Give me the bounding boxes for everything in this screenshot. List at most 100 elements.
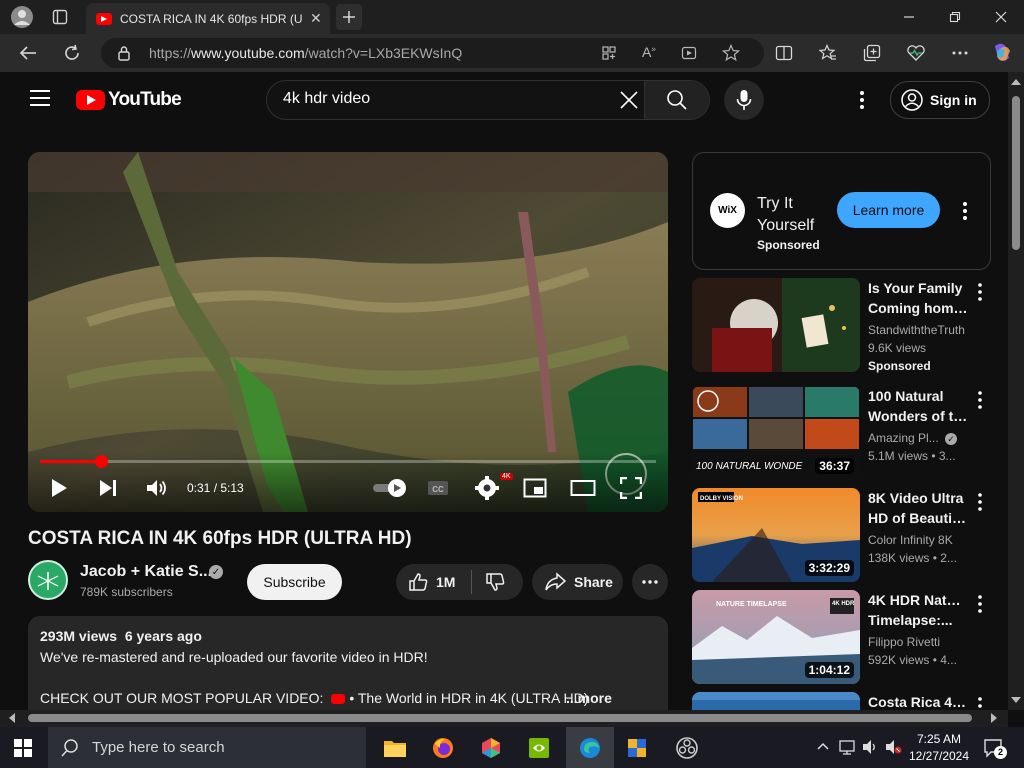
new-tab-button[interactable] xyxy=(336,4,362,30)
subscribe-button[interactable]: Subscribe xyxy=(247,564,342,600)
channel-avatar[interactable] xyxy=(28,560,68,600)
browser-essentials-icon[interactable] xyxy=(904,41,928,65)
profile-avatar-icon[interactable] xyxy=(10,5,34,29)
scrollbar-thumb[interactable] xyxy=(28,714,972,722)
video-thumbnail[interactable]: 100 NATURAL WONDE 36:37 xyxy=(692,386,860,480)
learn-more-button[interactable]: Learn more xyxy=(837,192,940,228)
speaker-muted-icon[interactable] xyxy=(884,738,902,756)
related-video-item[interactable]: Costa Rica 4K - xyxy=(692,692,991,710)
next-button[interactable] xyxy=(98,474,118,502)
video-thumbnail[interactable]: NATURE TIMELAPSE 4K HDR 1:04:12 xyxy=(692,590,860,684)
youtube-header: YouTube Sign in xyxy=(0,72,1008,128)
dislike-button[interactable] xyxy=(485,572,505,592)
show-hidden-icons-icon[interactable] xyxy=(816,740,830,752)
scrollbar-thumb[interactable] xyxy=(1012,96,1020,250)
show-more-link[interactable]: ...more xyxy=(566,690,612,706)
theater-mode-button[interactable] xyxy=(570,474,596,502)
fullscreen-button[interactable] xyxy=(620,474,642,502)
refresh-button[interactable] xyxy=(60,41,84,65)
video-player[interactable]: 0:31 / 5:13 CC 4K xyxy=(28,152,668,512)
taskbar-search-box[interactable]: Type here to search xyxy=(48,727,366,768)
back-button[interactable] xyxy=(16,41,40,65)
more-actions-button[interactable] xyxy=(632,564,668,600)
hamburger-menu-icon[interactable] xyxy=(30,90,50,106)
autoplay-toggle[interactable] xyxy=(372,474,408,502)
play-button[interactable] xyxy=(50,474,68,502)
scroll-down-icon[interactable] xyxy=(1008,694,1024,706)
search-box xyxy=(266,80,710,120)
favorites-icon[interactable] xyxy=(816,41,840,65)
channel-name[interactable]: Jacob + Katie S... xyxy=(80,563,212,581)
related-channel-name: Amazing Pl... ✓ xyxy=(868,431,958,445)
settings-button[interactable] xyxy=(475,474,499,502)
thumbs-up-icon xyxy=(409,573,428,591)
settings-kebab-icon[interactable] xyxy=(852,89,872,111)
clock-time: 7:25 AM xyxy=(916,732,962,746)
video-thumbnail[interactable]: DOLBY VISION 3:32:29 xyxy=(692,488,860,582)
lock-icon[interactable] xyxy=(117,45,131,61)
more-options-icon[interactable] xyxy=(948,41,972,65)
read-aloud-icon[interactable]: A» xyxy=(642,44,656,60)
windows-logo-icon xyxy=(14,738,32,757)
progress-scrubber[interactable] xyxy=(94,455,108,468)
miniplayer-button[interactable] xyxy=(523,474,547,502)
copilot-icon[interactable] xyxy=(990,41,1014,65)
shield-app-icon[interactable] xyxy=(614,727,660,768)
scroll-up-icon[interactable] xyxy=(1008,76,1024,88)
related-video-item[interactable]: Is Your Family Coming home... Standwithth… xyxy=(692,278,991,373)
youtube-logo[interactable]: YouTube xyxy=(76,89,182,111)
video-menu-kebab-icon[interactable] xyxy=(972,492,988,512)
collections-icon[interactable] xyxy=(860,41,884,65)
volume-tray-icon[interactable] xyxy=(861,738,879,756)
sign-in-button[interactable]: Sign in xyxy=(890,81,990,119)
file-explorer-icon[interactable] xyxy=(372,727,418,768)
description-box[interactable]: 293M views 6 years ago We've re-mastered… xyxy=(28,616,668,710)
vertical-scrollbar[interactable] xyxy=(1008,72,1024,710)
scroll-right-icon[interactable] xyxy=(988,710,1000,726)
video-menu-kebab-icon[interactable] xyxy=(972,390,988,410)
tab-close-icon[interactable]: ✕ xyxy=(310,10,322,27)
progress-bar[interactable] xyxy=(40,455,656,468)
start-button[interactable] xyxy=(0,727,46,768)
address-bar[interactable]: https://www.youtube.com/watch?v=LXb3EKWs… xyxy=(101,38,764,68)
firefox-icon[interactable] xyxy=(420,727,466,768)
linked-video[interactable]: • The World in HDR in 4K (ULTRA HD) xyxy=(349,690,588,706)
video-menu-kebab-icon[interactable] xyxy=(972,696,988,710)
related-video-item[interactable]: DOLBY VISION 3:32:29 8K Video Ultra HD of… xyxy=(692,488,991,582)
dolby-vision-badge: DOLBY VISION xyxy=(700,496,743,502)
app-icon-colorful[interactable] xyxy=(468,727,514,768)
close-window-button[interactable] xyxy=(978,0,1024,34)
search-input[interactable] xyxy=(281,89,605,109)
ad-card[interactable]: WiX Try It Yourself Sponsored Learn more xyxy=(692,152,991,270)
restore-button[interactable] xyxy=(932,0,978,34)
video-menu-kebab-icon[interactable] xyxy=(972,282,988,302)
video-menu-kebab-icon[interactable] xyxy=(972,594,988,614)
favorite-star-icon[interactable] xyxy=(722,44,740,62)
ad-menu-kebab-icon[interactable] xyxy=(955,200,975,222)
tab-actions-icon[interactable] xyxy=(48,5,72,29)
clear-search-icon[interactable] xyxy=(617,88,641,112)
video-thumbnail[interactable] xyxy=(692,692,860,710)
like-button[interactable]: 1M xyxy=(408,572,455,592)
horizontal-scrollbar[interactable] xyxy=(0,710,1008,727)
search-button[interactable] xyxy=(644,81,709,119)
app-available-icon[interactable] xyxy=(601,45,617,61)
volume-button[interactable] xyxy=(146,474,168,502)
notification-center-button[interactable]: 2 xyxy=(982,736,1007,760)
network-icon[interactable] xyxy=(838,738,856,756)
video-thumbnail[interactable] xyxy=(692,278,860,372)
captions-button[interactable]: CC xyxy=(426,474,450,502)
taskbar-clock[interactable]: 7:25 AM 12/27/2024 xyxy=(908,731,970,765)
scroll-left-icon[interactable] xyxy=(6,710,18,726)
related-video-item[interactable]: NATURE TIMELAPSE 4K HDR 1:04:12 4K HDR Na… xyxy=(692,590,991,684)
share-button[interactable]: Share xyxy=(532,564,623,600)
nvidia-icon[interactable] xyxy=(516,727,562,768)
voice-search-button[interactable] xyxy=(724,80,764,120)
obs-icon[interactable] xyxy=(664,727,710,768)
related-video-item[interactable]: 100 NATURAL WONDE 36:37 100 Natural Wonde… xyxy=(692,386,991,480)
video-play-icon[interactable] xyxy=(681,45,697,61)
minimize-button[interactable] xyxy=(886,0,932,34)
edge-taskbar-icon[interactable] xyxy=(566,727,614,768)
split-screen-icon[interactable] xyxy=(772,41,796,65)
browser-tab-active[interactable]: COSTA RICA IN 4K 60fps HDR (ULTRA HD) ✕ xyxy=(86,3,330,34)
